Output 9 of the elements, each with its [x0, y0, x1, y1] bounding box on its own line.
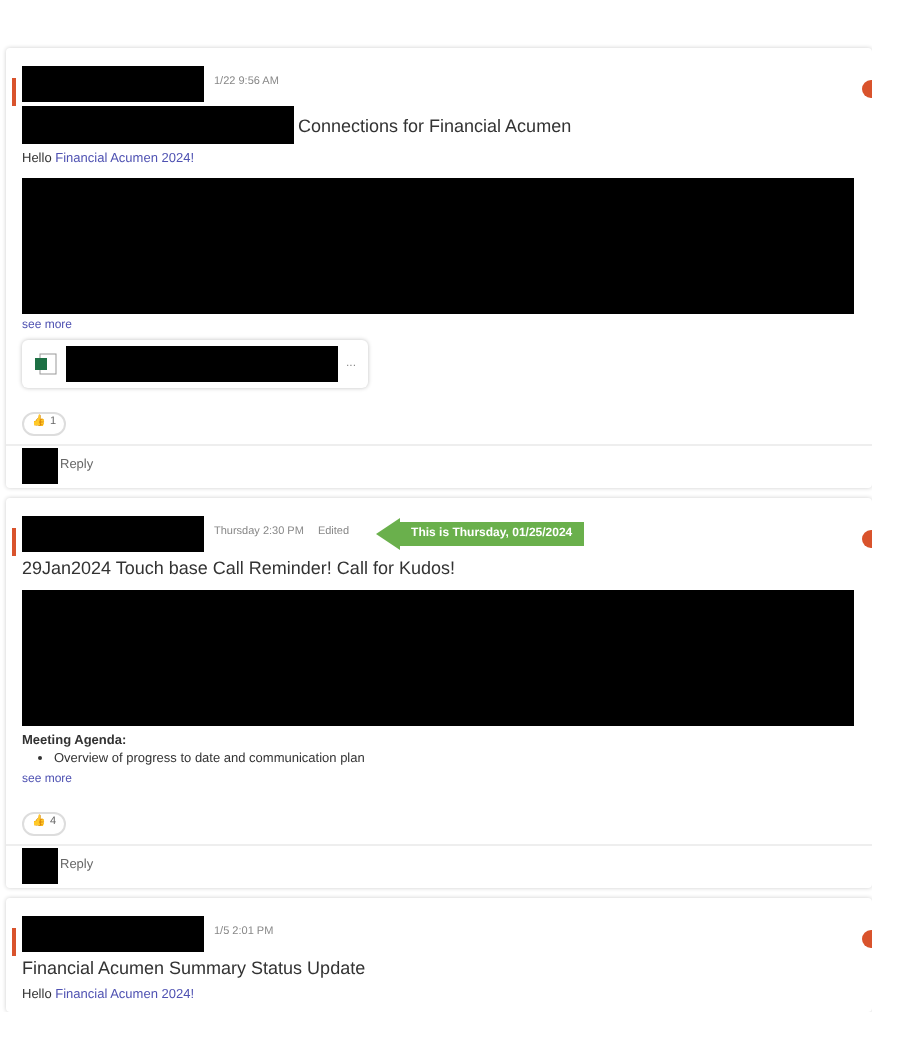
unread-indicator [12, 527, 16, 556]
redacted-block [22, 848, 58, 884]
redacted-block [22, 448, 58, 485]
post-title: 29Jan2024 Touch base Call Reminder! Call for Kudos! [22, 555, 455, 580]
unread-indicator [12, 927, 16, 955]
unread-indicator [12, 78, 16, 106]
post-title: Financial Acumen Summary Status Update [22, 955, 366, 979]
spreadsheet-icon [34, 352, 58, 376]
post-title: Connections for Financial Acumen [298, 113, 572, 137]
